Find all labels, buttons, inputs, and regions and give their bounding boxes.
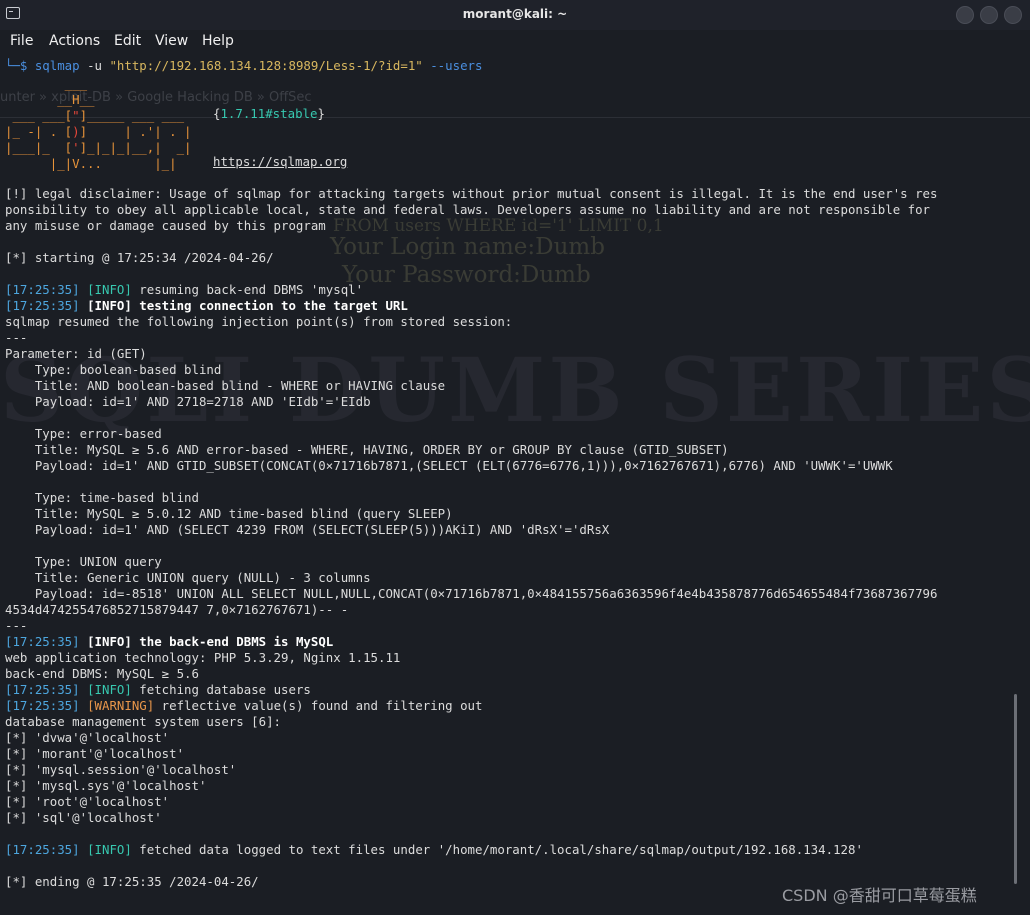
separator: ---: [5, 618, 28, 633]
injection-payload: Payload: id=1' AND (SELECT 4239 FROM (SE…: [5, 522, 610, 537]
output-line: back-end DBMS: MySQL ≥ 5.6: [5, 666, 199, 681]
background-login: Your Login name:Dumb: [330, 234, 605, 260]
injection-title: Title: MySQL ≥ 5.0.12 AND time-based bli…: [5, 506, 453, 521]
command-flag: -u: [79, 58, 110, 73]
scrollbar-thumb[interactable]: [1014, 694, 1017, 884]
command-line: └─$ sqlmap -u "http://192.168.134.128:89…: [5, 58, 482, 74]
output-line: sqlmap resumed the following injection p…: [5, 314, 513, 329]
injection-type: Type: UNION query: [5, 554, 162, 569]
minimize-button[interactable]: [956, 6, 974, 24]
menu-view[interactable]: View: [155, 33, 188, 49]
terminal-output[interactable]: unter » xploit-DB » Google Hacking DB » …: [0, 54, 1030, 915]
log-line: [17:25:35] [INFO] fetching database user…: [5, 682, 311, 697]
parameter-line: Parameter: id (GET): [5, 346, 147, 361]
injection-title: Title: Generic UNION query (NULL) - 3 co…: [5, 570, 371, 585]
background-sql: FROM users WHERE id='1' LIMIT 0,1: [333, 216, 664, 236]
log-line: [17:25:35] [INFO] the back-end DBMS is M…: [5, 634, 334, 649]
starting-line: [*] starting @ 17:25:34 /2024-04-26/: [5, 250, 274, 265]
user-item: [*] 'dvwa'@'localhost': [5, 730, 170, 745]
injection-payload: Payload: id=-8518' UNION ALL SELECT NULL…: [5, 586, 938, 601]
injection-type: Type: boolean-based blind: [5, 362, 222, 377]
log-line: [17:25:35] [INFO] fetched data logged to…: [5, 842, 863, 857]
injection-payload: Payload: id=1' AND GTID_SUBSET(CONCAT(0×…: [5, 458, 893, 473]
menu-help[interactable]: Help: [202, 33, 234, 49]
menu-edit[interactable]: Edit: [114, 33, 141, 49]
menu-file[interactable]: File: [10, 33, 33, 49]
injection-type: Type: error-based: [5, 426, 162, 441]
disclaimer-line-2: ponsibility to obey all applicable local…: [5, 202, 931, 217]
user-item: [*] 'root'@'localhost': [5, 794, 170, 809]
watermark: CSDN @香甜可口草莓蛋糕: [782, 886, 977, 905]
log-line: [17:25:35] [INFO] testing connection to …: [5, 298, 408, 313]
output-line: database management system users [6]:: [5, 714, 282, 729]
user-item: [*] 'mysql.session'@'localhost': [5, 762, 237, 777]
command-url: "http://192.168.134.128:8989/Less-1/?id=…: [109, 58, 423, 73]
injection-payload: Payload: id=1' AND 2718=2718 AND 'EIdb'=…: [5, 394, 371, 409]
injection-title: Title: AND boolean-based blind - WHERE o…: [5, 378, 446, 393]
disclaimer-line-1: [!] legal disclaimer: Usage of sqlmap fo…: [5, 186, 938, 201]
injection-type: Type: time-based blind: [5, 490, 199, 505]
injection-title: Title: MySQL ≥ 5.6 AND error-based - WHE…: [5, 442, 729, 457]
output-line: web application technology: PHP 5.3.29, …: [5, 650, 401, 665]
command: sqlmap: [34, 58, 80, 73]
user-item: [*] 'morant'@'localhost': [5, 746, 185, 761]
command-option: --users: [422, 58, 483, 73]
prompt: └─$: [5, 58, 35, 73]
menu-bar: File Actions Edit View Help: [0, 30, 1030, 54]
ending-line: [*] ending @ 17:25:35 /2024-04-26/: [5, 874, 259, 889]
title-bar: morant@kali: ~: [0, 0, 1030, 31]
menu-actions[interactable]: Actions: [49, 33, 100, 49]
user-item: [*] 'mysql.sys'@'localhost': [5, 778, 207, 793]
disclaimer-line-3: any misuse or damage caused by this prog…: [5, 218, 326, 233]
injection-payload-cont: 4534d474255476852715879447 7,0×716276767…: [5, 602, 349, 617]
background-password: Your Password:Dumb: [342, 262, 591, 288]
log-line: [17:25:35] [WARNING] reflective value(s)…: [5, 698, 483, 713]
sqlmap-logo: ___ __H__ ___ ___["]_____ ___ ___ |_ -| …: [5, 76, 192, 171]
sqlmap-site-link[interactable]: https://sqlmap.org: [213, 154, 347, 169]
window-title: morant@kali: ~: [462, 7, 568, 21]
close-button[interactable]: [1004, 6, 1022, 24]
log-line: [17:25:35] [INFO] resuming back-end DBMS…: [5, 282, 364, 297]
maximize-button[interactable]: [980, 6, 998, 24]
sqlmap-version: {1.7.11#stable}: [213, 106, 325, 121]
separator: ---: [5, 330, 28, 345]
user-item: [*] 'sql'@'localhost': [5, 810, 162, 825]
